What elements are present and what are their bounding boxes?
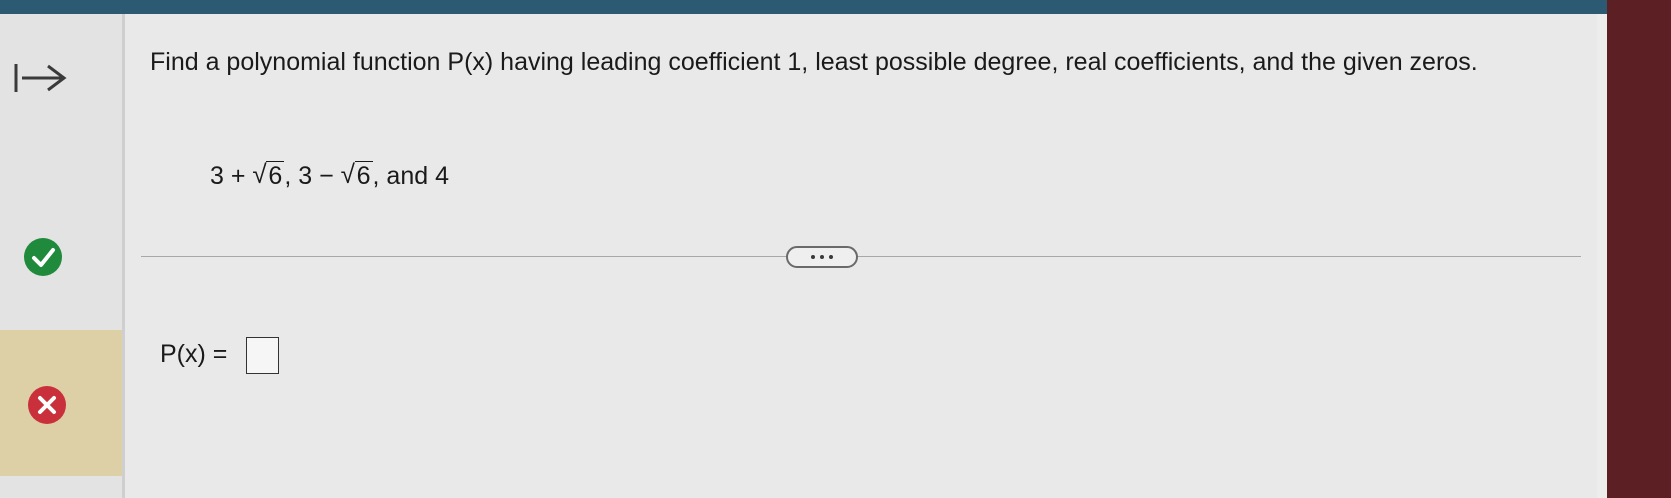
right-edge (1607, 0, 1671, 498)
ellipsis-icon (829, 255, 833, 259)
zero-2-prefix: 3 − (298, 162, 341, 190)
given-zeros: 3 + √ 6, 3 − √ 6, and 4 (210, 159, 449, 191)
x-circle-icon (28, 386, 66, 424)
right-strip (1597, 14, 1607, 498)
zero-1-prefix: 3 + (210, 162, 253, 190)
section-divider (141, 256, 1581, 257)
question-text: Find a polynomial function P(x) having l… (150, 48, 1478, 76)
answer-label: P(x) = (160, 340, 228, 368)
ellipsis-icon (811, 255, 815, 259)
check-circle-icon (24, 238, 62, 276)
radical-sign-icon: √ (252, 159, 267, 189)
sqrt-6-a: √ 6 (252, 159, 285, 191)
zero-3-tail: , and 4 (372, 162, 449, 190)
radicand-a: 6 (266, 161, 285, 190)
ellipsis-icon (820, 255, 824, 259)
radicand-b: 6 (354, 161, 373, 190)
zero-separator: , (284, 162, 299, 190)
more-button[interactable] (786, 246, 858, 268)
radical-sign-icon: √ (340, 159, 355, 189)
arrow-right-bar-icon[interactable] (12, 60, 70, 96)
sqrt-6-b: √ 6 (340, 159, 373, 191)
answer-input-box[interactable] (246, 337, 279, 374)
top-bar (0, 0, 1671, 14)
